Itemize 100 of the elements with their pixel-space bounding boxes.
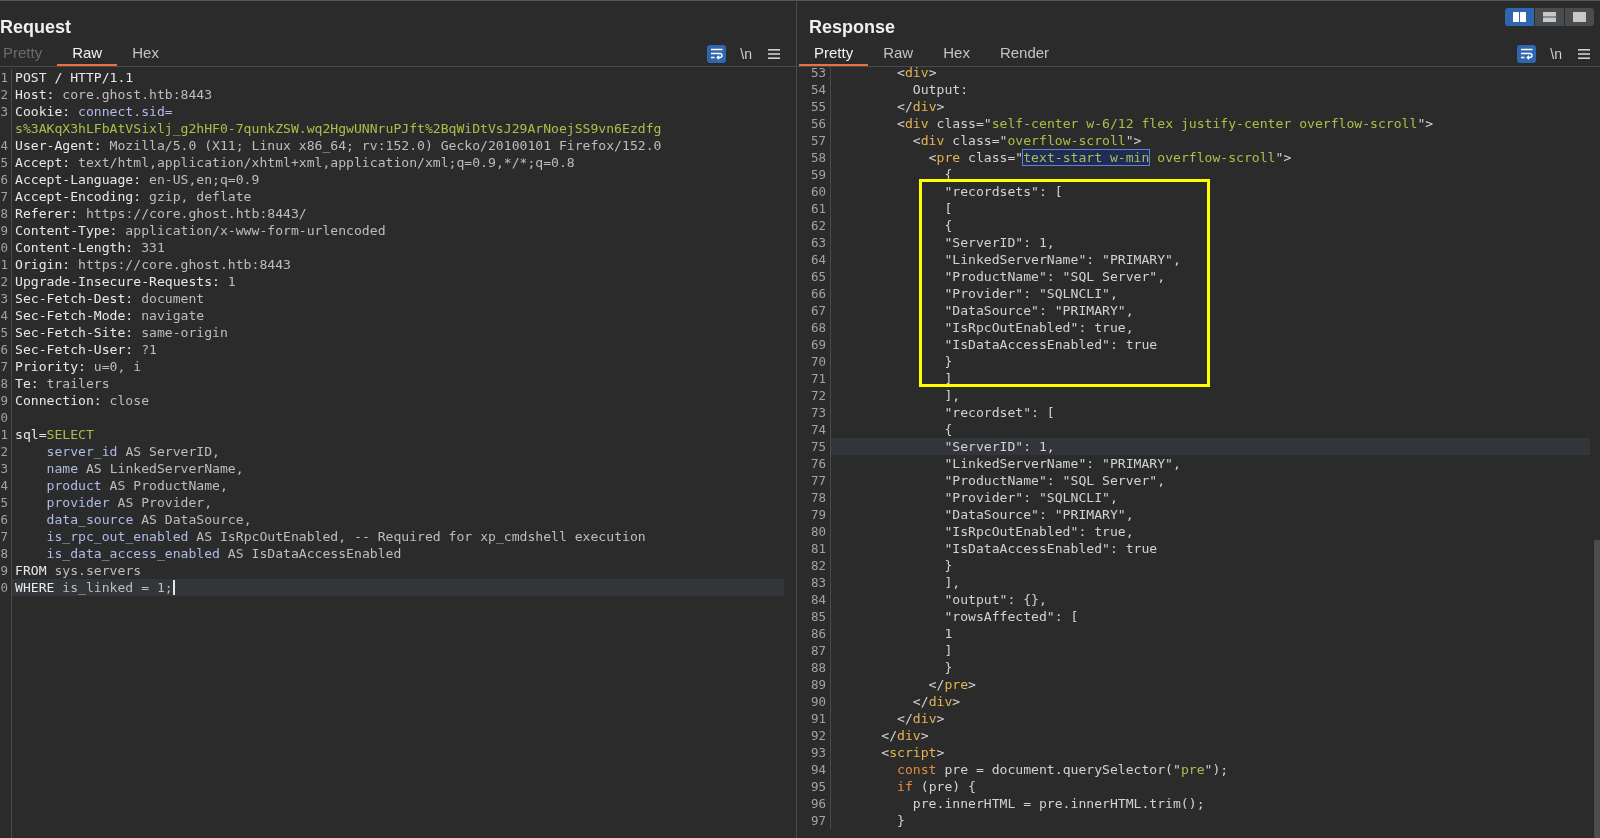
word-wrap-button[interactable] <box>707 44 727 63</box>
scrollbar-thumb[interactable] <box>1594 540 1600 838</box>
line-number: 88 <box>810 660 826 675</box>
tab[interactable]: Raw <box>57 41 118 66</box>
line-number: 63 <box>810 235 826 250</box>
line-number: 79 <box>810 507 826 522</box>
code-line: <script> <box>881 744 945 761</box>
menu-icon <box>768 48 780 59</box>
two-columns-icon <box>1513 12 1526 22</box>
code-line: Sec-Fetch-User: ?1 <box>15 341 157 358</box>
code-line: "recordset": [ <box>944 404 1055 421</box>
line-number: 2 <box>0 444 8 459</box>
layout-button[interactable] <box>1505 8 1534 26</box>
line-number: 89 <box>810 677 826 692</box>
line-number: 62 <box>810 218 826 233</box>
line-number: 68 <box>810 320 826 335</box>
code-line: "recordsets": [ <box>944 183 1063 200</box>
code-line: "ServerID": 1, <box>944 438 1055 455</box>
line-number: 7 <box>0 359 8 374</box>
code-line: Cookie: connect.sid= s%3AKqX3hLFbAtVSixlj_g2hHF0-7qunkZSW.wq2HgwUNNruPJft%2BqWiDtVsJ29ArNoejSS9vn6Ezdfg <box>15 103 663 137</box>
line-number: 87 <box>810 643 826 658</box>
line-number: 65 <box>810 269 826 284</box>
line-number: 9 <box>0 223 8 238</box>
tab[interactable]: Hex <box>928 41 985 66</box>
line-number: 70 <box>810 354 826 369</box>
code-line: 1 <box>944 625 953 642</box>
tab[interactable]: Pretty <box>799 41 869 66</box>
code-line: <div> <box>897 67 937 81</box>
line-number: 83 <box>810 575 826 590</box>
line-number: 1 <box>0 70 8 85</box>
code-line: Connection: close <box>15 392 150 409</box>
code-line: sql=SELECT <box>15 426 94 443</box>
line-number: 7 <box>0 189 8 204</box>
newline-toggle[interactable]: \n <box>737 44 755 63</box>
code-line: Sec-Fetch-Dest: document <box>15 290 205 307</box>
code-line: FROM sys.servers <box>15 562 142 579</box>
code-line: "LinkedServerName": "PRIMARY", <box>944 251 1181 268</box>
code-line: Accept-Encoding: gzip, deflate <box>15 188 252 205</box>
line-number: 8 <box>0 546 8 561</box>
word-wrap-button[interactable] <box>1517 44 1537 63</box>
code-line: product AS ProductName, <box>46 477 228 494</box>
code-line: { <box>944 421 953 438</box>
line-number: 6 <box>0 342 8 357</box>
line-number: 59 <box>810 167 826 182</box>
code-line: "Provider": "SQLNCLI", <box>944 489 1118 506</box>
line-number: 3 <box>0 461 8 476</box>
line-number: 6 <box>0 512 8 527</box>
code-line: <div class="overflow-scroll"> <box>912 132 1142 149</box>
line-number: 77 <box>810 473 826 488</box>
code-line: Host: core.ghost.htb:8443 <box>15 86 213 103</box>
two-rows-icon <box>1543 12 1556 22</box>
tab[interactable]: Hex <box>117 41 174 66</box>
code-line: "ProductName": "SQL Server", <box>944 472 1166 489</box>
newline-toggle[interactable]: \n <box>1547 44 1565 63</box>
code-line: Accept-Language: en-US,en;q=0.9 <box>15 171 260 188</box>
tab[interactable]: Raw <box>868 41 929 66</box>
code-line: if (pre) { <box>897 778 976 795</box>
panel-title: Response <box>809 17 896 38</box>
code-line: <div class="self-center w-6/12 flex justify-center overflow-scroll"> <box>897 115 1434 132</box>
line-number: 95 <box>810 779 826 794</box>
line-number: 4 <box>0 308 8 323</box>
line-number: 0 <box>0 240 8 255</box>
line-number: 9 <box>0 393 8 408</box>
layout-button[interactable] <box>1535 8 1564 26</box>
line-number: 4 <box>0 138 8 153</box>
line-number: 96 <box>810 796 826 811</box>
code-line: Te: trailers <box>15 375 110 392</box>
code-line: "IsRpcOutEnabled": true, <box>944 319 1134 336</box>
line-number: 0 <box>0 410 8 425</box>
line-number: 84 <box>810 592 826 607</box>
menu-icon <box>1578 48 1590 59</box>
code-line: } <box>944 353 953 370</box>
code-line: } <box>944 557 953 574</box>
code-line: </div> <box>897 98 945 115</box>
line-number: 55 <box>810 99 826 114</box>
line-number: 97 <box>810 813 826 828</box>
code-line: Sec-Fetch-Mode: navigate <box>15 307 205 324</box>
code-line: "Provider": "SQLNCLI", <box>944 285 1118 302</box>
layout-button[interactable] <box>1565 8 1594 26</box>
line-number: 56 <box>810 116 826 131</box>
line-number: 4 <box>0 478 8 493</box>
code-line: ] <box>944 370 953 387</box>
line-number: 5 <box>0 495 8 510</box>
line-number: 57 <box>810 133 826 148</box>
line-number: 94 <box>810 762 826 777</box>
code-line: data_source AS DataSource, <box>46 511 252 528</box>
code-line: "IsDataAccessEnabled": true <box>944 336 1158 353</box>
code-line: server_id AS ServerID, <box>46 443 220 460</box>
code-line: is_rpc_out_enabled AS IsRpcOutEnabled, -- Required for xp_cmdshell execution <box>46 528 646 545</box>
line-number: 8 <box>0 206 8 221</box>
code-line: Priority: u=0, i <box>15 358 142 375</box>
code-line: </div> <box>912 693 961 710</box>
line-number: 71 <box>810 371 826 386</box>
line-number: 9 <box>0 563 8 578</box>
code-line: pre.innerHTML = pre.innerHTML.trim(); <box>912 795 1205 812</box>
line-number: 92 <box>810 728 826 743</box>
code-line: Origin: https://core.ghost.htb:8443 <box>15 256 291 273</box>
code-line: "IsDataAccessEnabled": true <box>944 540 1158 557</box>
line-number: 58 <box>810 150 826 165</box>
tab[interactable]: Render <box>984 41 1065 66</box>
